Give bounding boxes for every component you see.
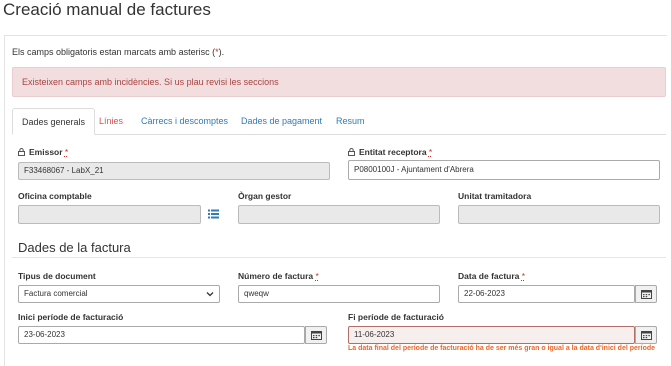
required-fields-note: Els camps obligatoris estan marcats amb … bbox=[12, 47, 224, 57]
tab-bar: Dades generals Línies Càrrecs i descompt… bbox=[12, 108, 666, 135]
inici-periode-label: Inici període de facturació bbox=[18, 312, 124, 322]
tab-linies[interactable]: Línies bbox=[99, 108, 123, 134]
section-divider bbox=[12, 257, 666, 258]
calendar-icon bbox=[641, 331, 652, 340]
tab-dades-pagament[interactable]: Dades de pagament bbox=[241, 108, 322, 134]
data-factura-input[interactable]: 22-06-2023 bbox=[458, 285, 635, 303]
organ-label: Òrgan gestor bbox=[238, 191, 292, 201]
validation-alert: Existeixen camps amb incidències. Si us … bbox=[12, 67, 666, 97]
chevron-down-icon bbox=[206, 292, 214, 297]
entitat-receptora-field[interactable]: P0800100J - Ajuntament d'Abrera bbox=[348, 160, 660, 180]
oficina-label: Oficina comptable bbox=[18, 191, 92, 201]
emissor-field[interactable]: F33468067 - LabX_21 bbox=[18, 162, 330, 180]
unitat-tramitadora-field[interactable] bbox=[458, 205, 660, 224]
tab-carrecs-descomptes[interactable]: Càrrecs i descomptes bbox=[141, 108, 228, 134]
numero-label: Número de factura * bbox=[238, 271, 319, 281]
tab-resum[interactable]: Resum bbox=[336, 108, 365, 134]
entitat-label: Entitat receptora * bbox=[348, 147, 432, 157]
list-icon[interactable] bbox=[208, 209, 219, 219]
lock-icon bbox=[348, 148, 355, 156]
data-factura-label-text: Data de factura bbox=[458, 271, 520, 281]
inici-periode-calendar-button[interactable] bbox=[305, 326, 327, 344]
required-asterisk: * bbox=[64, 147, 69, 157]
tipus-document-select[interactable]: Factura comercial bbox=[18, 285, 220, 303]
fi-periode-error-message: La data final del període de facturació … bbox=[348, 345, 656, 352]
tipus-document-value: Factura comercial bbox=[24, 289, 88, 298]
unitat-label: Unitat tramitadora bbox=[458, 191, 532, 201]
required-note-end: ). bbox=[218, 47, 225, 57]
required-asterisk: * bbox=[428, 147, 433, 157]
required-asterisk: * bbox=[521, 271, 526, 281]
numero-factura-input[interactable]: qweqw bbox=[238, 285, 440, 303]
lock-icon bbox=[18, 148, 25, 156]
fi-periode-input[interactable]: 11-06-2023 bbox=[348, 326, 635, 344]
data-factura-calendar-button[interactable] bbox=[635, 285, 657, 303]
calendar-icon bbox=[311, 331, 322, 340]
tipus-label: Tipus de document bbox=[18, 271, 96, 281]
entitat-label-text: Entitat receptora bbox=[359, 147, 427, 157]
organ-gestor-field[interactable] bbox=[238, 205, 440, 224]
tab-dades-generals[interactable]: Dades generals bbox=[12, 108, 96, 135]
required-note-text: Els camps obligatoris estan marcats amb … bbox=[12, 47, 216, 57]
data-factura-label: Data de factura * bbox=[458, 271, 525, 281]
emissor-label: Emissor * bbox=[18, 147, 68, 157]
section-title: Dades de la factura bbox=[18, 240, 131, 255]
inici-periode-input[interactable]: 23-06-2023 bbox=[18, 326, 305, 344]
emissor-label-text: Emissor bbox=[29, 147, 63, 157]
fi-periode-label: Fi període de facturació bbox=[348, 312, 444, 322]
fi-periode-calendar-button[interactable] bbox=[635, 326, 657, 344]
oficina-comptable-field[interactable] bbox=[18, 205, 201, 224]
numero-label-text: Número de factura bbox=[238, 271, 314, 281]
calendar-icon bbox=[641, 290, 652, 299]
page-title: Creació manual de factures bbox=[3, 0, 211, 19]
required-asterisk: * bbox=[315, 271, 319, 281]
